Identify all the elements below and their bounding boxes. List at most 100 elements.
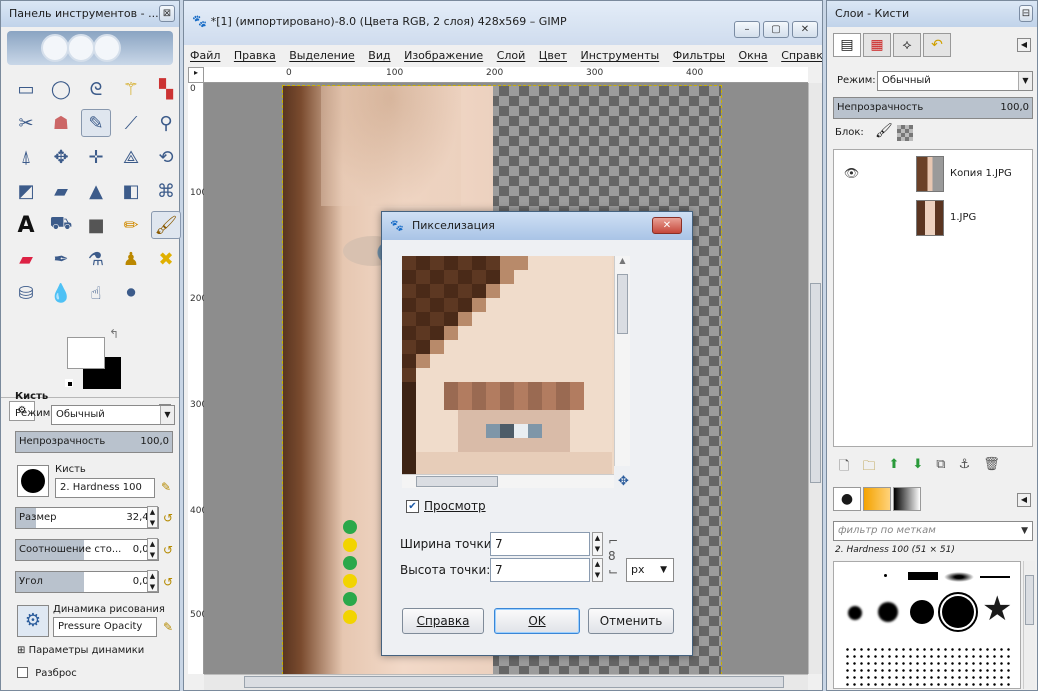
ratio-slider[interactable]: Соотношение сто... 0,00 — [15, 539, 159, 561]
pencil-icon[interactable]: ✏ — [116, 211, 146, 239]
raise-layer-icon[interactable]: ⬆ — [888, 457, 899, 479]
move-icon[interactable]: ✥ — [46, 143, 76, 171]
anchor-layer-icon[interactable]: ⚓ — [959, 457, 971, 479]
preview-checkbox[interactable]: ✔ — [406, 500, 419, 513]
gradients-tab-icon[interactable] — [893, 487, 921, 511]
menu-windows[interactable]: Окна — [738, 49, 767, 62]
rotate-icon[interactable]: ⟲ — [151, 143, 181, 171]
star-brush-icon[interactable]: ★ — [982, 592, 1012, 626]
cancel-button[interactable]: Отменить — [588, 608, 674, 634]
dodge-burn-icon[interactable]: ⚫ — [116, 279, 146, 307]
layers-close-icon[interactable]: ⊟ — [1019, 5, 1033, 22]
size-slider[interactable]: Размер 32,46 — [15, 507, 159, 529]
layers-opacity-slider[interactable]: Непрозрачность 100,0 — [833, 97, 1033, 119]
scatter-checkbox-row[interactable]: Разброс — [17, 667, 77, 679]
color-select-icon[interactable]: ▚ — [151, 75, 181, 103]
brush-tag-filter[interactable]: фильтр по меткам ▼ — [833, 521, 1033, 541]
mode-combo[interactable]: Обычный ▼ — [51, 405, 175, 425]
scissors-icon[interactable]: ✂ — [11, 109, 41, 137]
menu-edit[interactable]: Правка — [234, 49, 276, 62]
crop-icon[interactable]: ⟁ — [116, 143, 146, 171]
blend-icon[interactable]: ■ — [81, 211, 111, 239]
paths-icon[interactable]: ✎ — [81, 109, 111, 137]
delete-layer-icon[interactable]: 🗑 — [983, 457, 1000, 479]
lock-alpha-icon[interactable] — [897, 125, 913, 141]
dialog-close-icon[interactable]: ✕ — [652, 217, 682, 234]
menu-filters[interactable]: Фильтры — [673, 49, 725, 62]
scatter-checkbox[interactable] — [17, 667, 28, 678]
scale-icon[interactable]: ◩ — [11, 177, 41, 205]
brush-thumb[interactable] — [908, 572, 938, 580]
lower-layer-icon[interactable]: ⬇ — [912, 457, 923, 479]
brush-thumb[interactable] — [944, 572, 974, 582]
perspective-clone-icon[interactable]: ⛁ — [11, 279, 41, 307]
measure-icon[interactable]: ⍋ — [11, 143, 41, 171]
angle-spin[interactable]: ▲ ▼ — [147, 570, 158, 592]
brush-scrollbar[interactable] — [1023, 561, 1035, 689]
brush-grid[interactable]: ★ — [833, 561, 1021, 689]
color-picker-icon[interactable]: ⟋ — [116, 109, 146, 137]
menu-help[interactable]: Справка — [781, 49, 822, 62]
vscroll-thumb[interactable] — [810, 283, 821, 483]
heal-icon[interactable]: ✖ — [151, 245, 181, 273]
layer-row[interactable]: 1.JPG — [834, 196, 1034, 240]
smudge-icon[interactable]: ☝ — [81, 279, 111, 307]
layer-list[interactable]: 👁 Копия 1.JPG 1.JPG — [833, 149, 1033, 447]
menu-layer[interactable]: Слой — [497, 49, 526, 62]
blur-icon[interactable]: 💧 — [46, 279, 76, 307]
opacity-slider[interactable]: Непрозрачность 100,0 — [15, 431, 173, 453]
navigate-preview-icon[interactable]: ✥ — [618, 474, 629, 489]
menu-view[interactable]: Вид — [368, 49, 390, 62]
brush-scroll-thumb[interactable] — [1025, 575, 1034, 625]
brush-dock-menu-icon[interactable]: ◀ — [1017, 493, 1031, 507]
brush-thumb[interactable] — [848, 606, 862, 620]
width-spin[interactable]: ▲ ▼ — [592, 532, 603, 556]
minimize-icon[interactable]: – — [734, 21, 760, 38]
angle-slider[interactable]: Угол 0,00 — [15, 571, 159, 593]
edit-brush-icon[interactable]: ✎ — [161, 480, 175, 494]
paintbrush-icon[interactable]: 🖌 — [151, 211, 181, 239]
ok-button[interactable]: OK — [494, 608, 580, 634]
toolbox-close-icon[interactable]: ⊠ — [159, 5, 175, 22]
text-icon[interactable]: A — [11, 211, 41, 239]
brush-thumb[interactable] — [980, 576, 1010, 578]
image-titlebar[interactable]: 🐾 *[1] (импортировано)-8.0 (Цвета RGB, 2… — [184, 1, 822, 45]
preview-vertical-scrollbar[interactable]: ▲ — [614, 256, 630, 466]
chain-link-icon[interactable]: ⌐ 8 ⌙ — [608, 534, 618, 580]
dialog-titlebar[interactable]: 🐾 Пикселизация ✕ — [382, 212, 692, 240]
patterns-tab-icon[interactable] — [863, 487, 891, 511]
preview-area[interactable] — [402, 256, 614, 480]
menu-select[interactable]: Выделение — [289, 49, 355, 62]
unit-combo[interactable]: px ▼ — [626, 558, 674, 582]
height-spin[interactable]: ▲ ▼ — [592, 558, 603, 582]
layers-tab-icon[interactable]: ▤ — [833, 33, 861, 57]
bucket-fill-icon[interactable]: ⛟ — [46, 211, 76, 239]
menu-file[interactable]: Файл — [190, 49, 220, 62]
quickmask-menu-icon[interactable]: ▸ — [188, 67, 204, 83]
menu-tools[interactable]: Инструменты — [581, 49, 660, 62]
align-icon[interactable]: ✛ — [81, 143, 111, 171]
clone-icon[interactable]: ♟ — [116, 245, 146, 273]
dynamics-field[interactable]: Pressure Opacity — [53, 617, 157, 637]
fuzzy-select-icon[interactable]: ⚚ — [116, 75, 146, 103]
brush-field[interactable]: 2. Hardness 100 — [55, 478, 155, 498]
help-button[interactable]: Справка — [402, 608, 484, 634]
height-input[interactable]: 7 — [490, 558, 590, 582]
paths-tab-icon[interactable]: ⟡ — [893, 33, 921, 57]
rect-select-icon[interactable]: ▭ — [11, 75, 41, 103]
canvas-horizontal-scrollbar[interactable] — [204, 674, 808, 690]
dynamics-icon[interactable]: ⚙ — [17, 605, 49, 637]
menu-image[interactable]: Изображение — [404, 49, 483, 62]
brush-preview[interactable] — [17, 465, 49, 497]
reset-colors-icon[interactable] — [65, 379, 73, 387]
free-select-icon[interactable]: ᘓ — [81, 75, 111, 103]
canvas-vertical-scrollbar[interactable] — [808, 83, 822, 674]
reset-angle-icon[interactable]: ↺ — [163, 575, 177, 589]
new-layer-group-icon[interactable]: 🗀 — [862, 457, 875, 479]
shear-icon[interactable]: ▰ — [46, 177, 76, 205]
undo-tab-icon[interactable]: ↶ — [923, 33, 951, 57]
maximize-icon[interactable]: ▢ — [763, 21, 789, 38]
size-spin[interactable]: ▲ ▼ — [147, 506, 158, 528]
splatter-brushes[interactable] — [844, 646, 1014, 686]
ratio-spin[interactable]: ▲ ▼ — [147, 538, 158, 560]
